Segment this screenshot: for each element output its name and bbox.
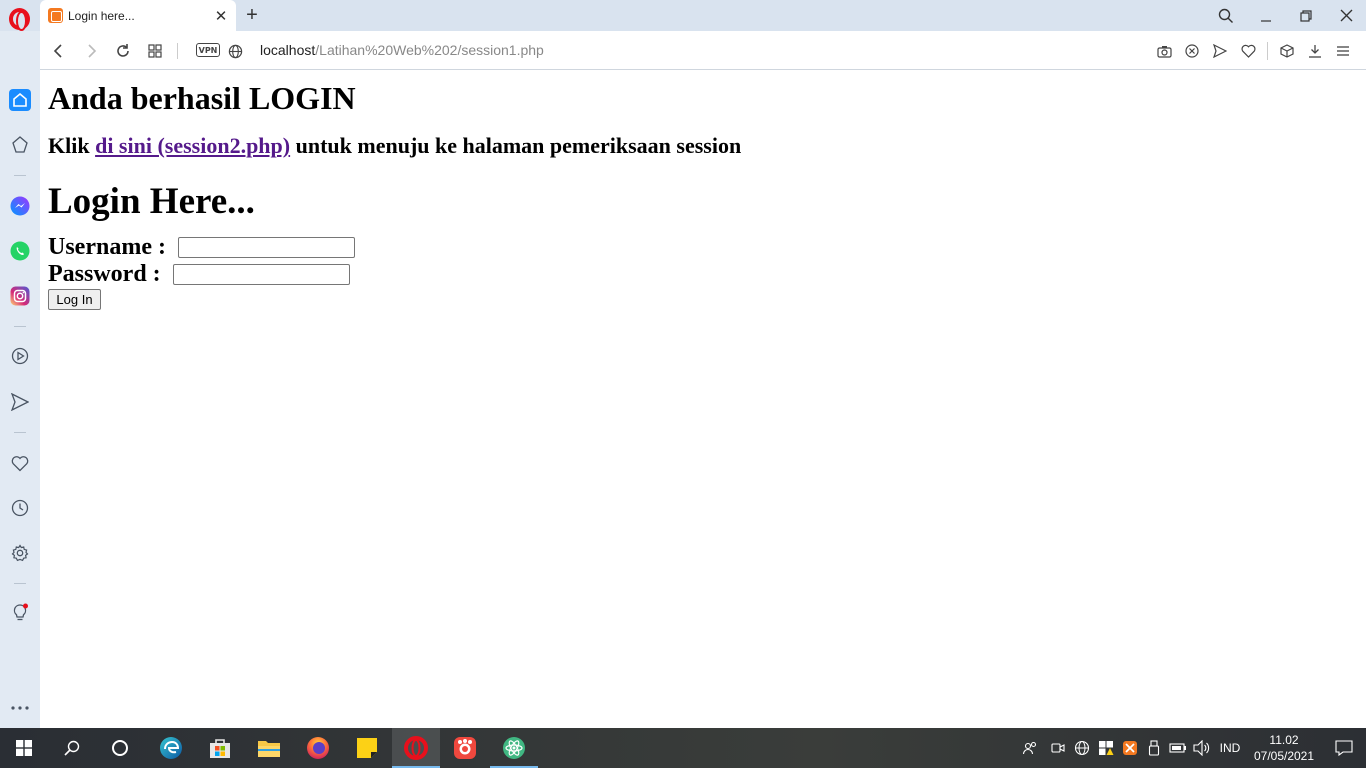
- session2-link[interactable]: di sini (session2.php): [95, 133, 290, 158]
- my-flow-icon[interactable]: [8, 390, 32, 414]
- info-suffix: untuk menuju ke halaman pemeriksaan sess…: [290, 133, 742, 158]
- easy-setup-menu-icon[interactable]: [1330, 39, 1356, 63]
- login-form: Username : Password : Log In: [48, 234, 1358, 310]
- usb-device-icon[interactable]: [1142, 728, 1166, 768]
- sidebar-divider: [14, 326, 26, 327]
- password-label: Password :: [48, 261, 167, 287]
- page-content: Anda berhasil LOGIN Klik di sini (sessio…: [40, 70, 1366, 728]
- sticky-notes-icon[interactable]: [343, 728, 391, 768]
- extensions-cube-icon[interactable]: [1274, 39, 1300, 63]
- file-explorer-icon[interactable]: [245, 728, 293, 768]
- bookmark-heart-icon[interactable]: [1235, 39, 1261, 63]
- search-tabs-icon[interactable]: [1206, 0, 1246, 31]
- xampp-favicon-icon: [48, 8, 63, 23]
- lucid-mode-bulb-icon[interactable]: [8, 601, 32, 625]
- divider: [177, 43, 178, 59]
- username-label: Username :: [48, 234, 172, 260]
- login-heading: Login Here...: [48, 181, 255, 222]
- sidebar-more-icon[interactable]: [8, 696, 32, 720]
- restore-button[interactable]: [1286, 0, 1326, 31]
- download-icon[interactable]: [1302, 39, 1328, 63]
- store-icon[interactable]: [196, 728, 244, 768]
- atom-editor-icon[interactable]: [490, 728, 538, 768]
- messenger-icon[interactable]: [8, 194, 32, 218]
- cortana-icon[interactable]: [96, 728, 144, 768]
- window-controls: [1206, 0, 1366, 31]
- tab-overview-icon[interactable]: [143, 39, 167, 63]
- info-prefix: Klik: [48, 133, 96, 158]
- ad-blocker-icon[interactable]: [1179, 39, 1205, 63]
- volume-icon[interactable]: [1190, 728, 1214, 768]
- sidebar-divider: [14, 432, 26, 433]
- tab-close-icon[interactable]: ✕: [209, 4, 233, 28]
- whatsapp-icon[interactable]: [8, 239, 32, 263]
- toolbar-right: [1151, 39, 1356, 63]
- vpn-badge[interactable]: VPN: [196, 43, 220, 57]
- opera-taskbar-icon[interactable]: [392, 728, 440, 768]
- send-flow-icon[interactable]: [1207, 39, 1233, 63]
- bookmarks-heart-icon[interactable]: [8, 451, 32, 475]
- system-tray: IND 11.02 07/05/2021: [1014, 728, 1366, 768]
- url-path: /Latihan%20Web%202/session1.php: [315, 42, 544, 58]
- tab-title: Login here...: [68, 8, 135, 23]
- login-button[interactable]: Log In: [48, 289, 101, 310]
- browser-tab[interactable]: Login here... ✕: [40, 0, 236, 31]
- clock-date: 07/05/2021: [1253, 749, 1315, 763]
- meet-now-icon[interactable]: [1046, 728, 1070, 768]
- pinboards-icon[interactable]: [8, 133, 32, 157]
- screen-recorder-icon[interactable]: [441, 728, 489, 768]
- action-center-icon[interactable]: [1322, 728, 1366, 768]
- snapshot-camera-icon[interactable]: [1151, 39, 1177, 63]
- taskbar: IND 11.02 07/05/2021: [0, 728, 1366, 768]
- edge-icon[interactable]: [147, 728, 195, 768]
- password-input[interactable]: [172, 264, 350, 285]
- start-windows-icon[interactable]: [0, 728, 48, 768]
- password-row: Password :: [48, 261, 1358, 288]
- sidebar: [0, 31, 40, 728]
- site-info-globe-icon[interactable]: [223, 39, 247, 63]
- close-window-button[interactable]: [1326, 0, 1366, 31]
- opera-menu-icon[interactable]: [9, 8, 30, 31]
- url-host: localhost: [260, 42, 316, 58]
- sidebar-divider: [14, 175, 26, 176]
- player-icon[interactable]: [8, 344, 32, 368]
- reload-icon[interactable]: [111, 39, 135, 63]
- people-icon[interactable]: [1014, 728, 1046, 768]
- clock[interactable]: 11.02 07/05/2021: [1246, 732, 1322, 764]
- clock-time: 11.02: [1269, 733, 1299, 747]
- forward-icon[interactable]: [79, 39, 103, 63]
- username-row: Username :: [48, 234, 1358, 261]
- input-language[interactable]: IND: [1214, 741, 1246, 755]
- success-heading: Anda berhasil LOGIN: [48, 80, 356, 116]
- url-field[interactable]: localhost/Latihan%20Web%202/session1.php: [260, 42, 544, 58]
- instagram-icon[interactable]: [8, 284, 32, 308]
- history-clock-icon[interactable]: [8, 496, 32, 520]
- username-input[interactable]: [177, 237, 355, 258]
- address-bar: VPN localhost/Latihan%20Web%202/session1…: [40, 31, 1366, 70]
- speed-dial-home-icon[interactable]: [8, 88, 32, 112]
- security-shield-icon[interactable]: [1094, 728, 1118, 768]
- sidebar-divider: [14, 583, 26, 584]
- firefox-icon[interactable]: [294, 728, 342, 768]
- session-info-text: Klik di sini (session2.php) untuk menuju…: [48, 133, 1358, 159]
- new-tab-button[interactable]: +: [240, 3, 264, 27]
- back-icon[interactable]: [47, 39, 71, 63]
- minimize-button[interactable]: [1246, 0, 1286, 31]
- divider: [1267, 42, 1268, 60]
- search-icon[interactable]: [48, 728, 96, 768]
- tab-bar: Login here... ✕ +: [0, 0, 1366, 31]
- network-globe-icon[interactable]: [1070, 728, 1094, 768]
- xampp-tray-icon[interactable]: [1118, 728, 1142, 768]
- settings-gear-icon[interactable]: [8, 541, 32, 565]
- battery-icon[interactable]: [1166, 728, 1190, 768]
